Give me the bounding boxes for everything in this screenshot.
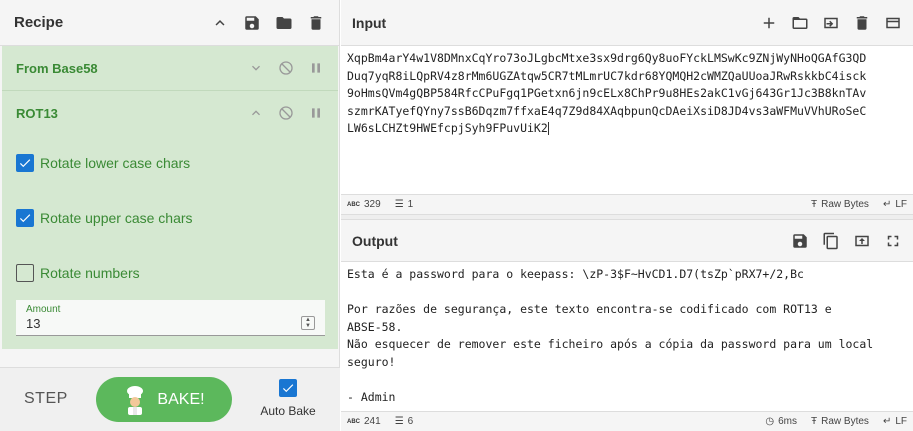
operation-rot13[interactable]: ROT13 (2, 91, 338, 135)
input-status-bar: ABC 329 ☰ 1 Ŧ Raw Bytes ↵ LF (341, 194, 913, 214)
line-count: ☰ 6 (394, 416, 414, 427)
checkbox-checked[interactable] (16, 153, 34, 172)
text-line: seguro! (347, 354, 396, 369)
disable-icon[interactable] (278, 60, 294, 76)
autobake-label: Auto Bake (260, 404, 316, 418)
text-line: Não esquecer de remover este ficheiro ap… (347, 337, 874, 351)
clear-input-icon[interactable] (853, 14, 871, 32)
text-line: szmrKATyefQYny7ssB6Dqzm7ffxaE4q7Z9d84XAq… (347, 103, 867, 118)
maximize-icon[interactable] (884, 232, 902, 250)
bake-time: ◷ 6ms (765, 416, 798, 427)
chef-icon (127, 385, 144, 415)
output-status-bar: ABC 241 ☰ 6 ◷ 6ms Ŧ Raw Bytes ↵ LF (341, 411, 913, 431)
checkbox-checked[interactable] (16, 208, 34, 227)
cyberchef-app: Recipe From Base58 ROT13 Rotate lower ca… (0, 0, 913, 431)
return-icon: ↵ (882, 199, 892, 210)
autobake-checkbox[interactable] (279, 379, 297, 397)
eol-selector[interactable]: ↵ LF (883, 416, 907, 427)
option-rotate-numbers[interactable]: Rotate numbers (2, 245, 338, 300)
open-file-icon[interactable] (822, 14, 840, 32)
option-label: Rotate lower case chars (40, 154, 191, 171)
amount-value[interactable]: 13 (26, 316, 315, 331)
autobake-toggle[interactable]: Auto Bake (258, 379, 318, 418)
input-title: Input (352, 14, 387, 31)
lines-icon: ☰ (394, 199, 404, 210)
recipe-title: Recipe (14, 14, 64, 31)
text-line: LW6sLCHZt9HWEfcpjSyh9FPuvUiK2 (347, 121, 549, 135)
collapse-all-icon[interactable] (211, 14, 229, 32)
input-header: Input (341, 0, 913, 46)
option-rotate-lower[interactable]: Rotate lower case chars (2, 135, 338, 190)
amount-label: Amount (26, 304, 61, 315)
save-recipe-icon[interactable] (243, 14, 261, 32)
copy-icon[interactable] (822, 232, 840, 250)
reset-layout-icon[interactable] (884, 14, 902, 32)
pause-icon[interactable] (308, 105, 324, 121)
amount-field[interactable]: Amount 13 ▲ ▼ (16, 300, 325, 336)
bake-button[interactable]: BAKE! (96, 377, 232, 422)
text-line: Duq7yqR8iLQpRV4z8rMm6UGZAtqw5CR7tMLmrUC7… (347, 68, 867, 83)
option-label: Rotate upper case chars (40, 209, 193, 226)
recipe-header: Recipe (0, 0, 339, 46)
pause-icon[interactable] (308, 60, 324, 76)
output-title: Output (352, 232, 398, 249)
controls-bar: STEP BAKE! Auto Bake (0, 367, 340, 431)
bake-label: BAKE! (157, 390, 205, 408)
text-line: - Admin (347, 389, 396, 404)
encoding-selector[interactable]: Ŧ Raw Bytes (811, 416, 869, 427)
add-tab-icon[interactable] (760, 14, 778, 32)
abc-icon: ABC (347, 418, 360, 425)
input-textarea[interactable]: XqpBm4arY4w1V8DMnxCqYro73oJLgbcMtxe3sx9d… (341, 46, 913, 194)
option-rotate-upper[interactable]: Rotate upper case chars (2, 190, 338, 245)
disable-icon[interactable] (278, 105, 294, 121)
clock-icon: ◷ (765, 416, 775, 427)
open-folder-icon[interactable] (791, 14, 809, 32)
operation-from-base58[interactable]: From Base58 (2, 46, 338, 90)
output-textarea[interactable]: Esta é a password para o keepass: \zP-3$… (341, 262, 913, 410)
load-recipe-icon[interactable] (275, 14, 293, 32)
option-label: Rotate numbers (40, 264, 140, 281)
text-line: ABSE-58. (347, 319, 403, 334)
text-line: XqpBm4arY4w1V8DMnxCqYro73oJLgbcMtxe3sx9d… (347, 51, 867, 65)
chevron-up-icon[interactable] (248, 105, 264, 121)
save-output-icon[interactable] (791, 232, 809, 250)
lines-icon: ☰ (394, 416, 404, 427)
checkbox-unchecked[interactable] (16, 263, 34, 282)
char-count: ABC 241 (347, 416, 381, 427)
text-format-icon: Ŧ (811, 416, 818, 427)
text-line: Esta é a password para o keepass: \zP-3$… (347, 267, 804, 281)
text-line: Por razões de segurança, este texto enco… (347, 302, 832, 316)
step-button[interactable]: STEP (24, 390, 68, 408)
io-panel: Input XqpBm4arY4w1V8DMnxCqYro73oJLgbcMtx… (341, 0, 913, 431)
eol-selector[interactable]: ↵ LF (883, 199, 907, 210)
return-icon: ↵ (882, 416, 892, 427)
text-line (347, 371, 907, 389)
line-count: ☰ 1 (394, 199, 414, 210)
operation-name: From Base58 (16, 60, 98, 76)
chevron-down-icon[interactable] (248, 60, 264, 76)
number-stepper[interactable]: ▲ ▼ (301, 316, 315, 330)
text-line: 9oHmsQVm4gQBP584RfcCPuFgq1PGetxn6jn9cELx… (347, 86, 867, 100)
text-cursor (547, 122, 549, 135)
output-header: Output (341, 220, 913, 262)
encoding-selector[interactable]: Ŧ Raw Bytes (811, 199, 869, 210)
operation-name: ROT13 (16, 105, 58, 121)
clear-recipe-icon[interactable] (307, 14, 325, 32)
recipe-operations: From Base58 ROT13 Rotate lower case char… (2, 46, 338, 349)
abc-icon: ABC (347, 201, 360, 208)
char-count: ABC 329 (347, 199, 381, 210)
text-format-icon: Ŧ (811, 199, 818, 210)
text-line (347, 284, 907, 302)
replace-input-icon[interactable] (853, 232, 871, 250)
recipe-panel: Recipe From Base58 ROT13 Rotate lower ca… (0, 0, 340, 431)
